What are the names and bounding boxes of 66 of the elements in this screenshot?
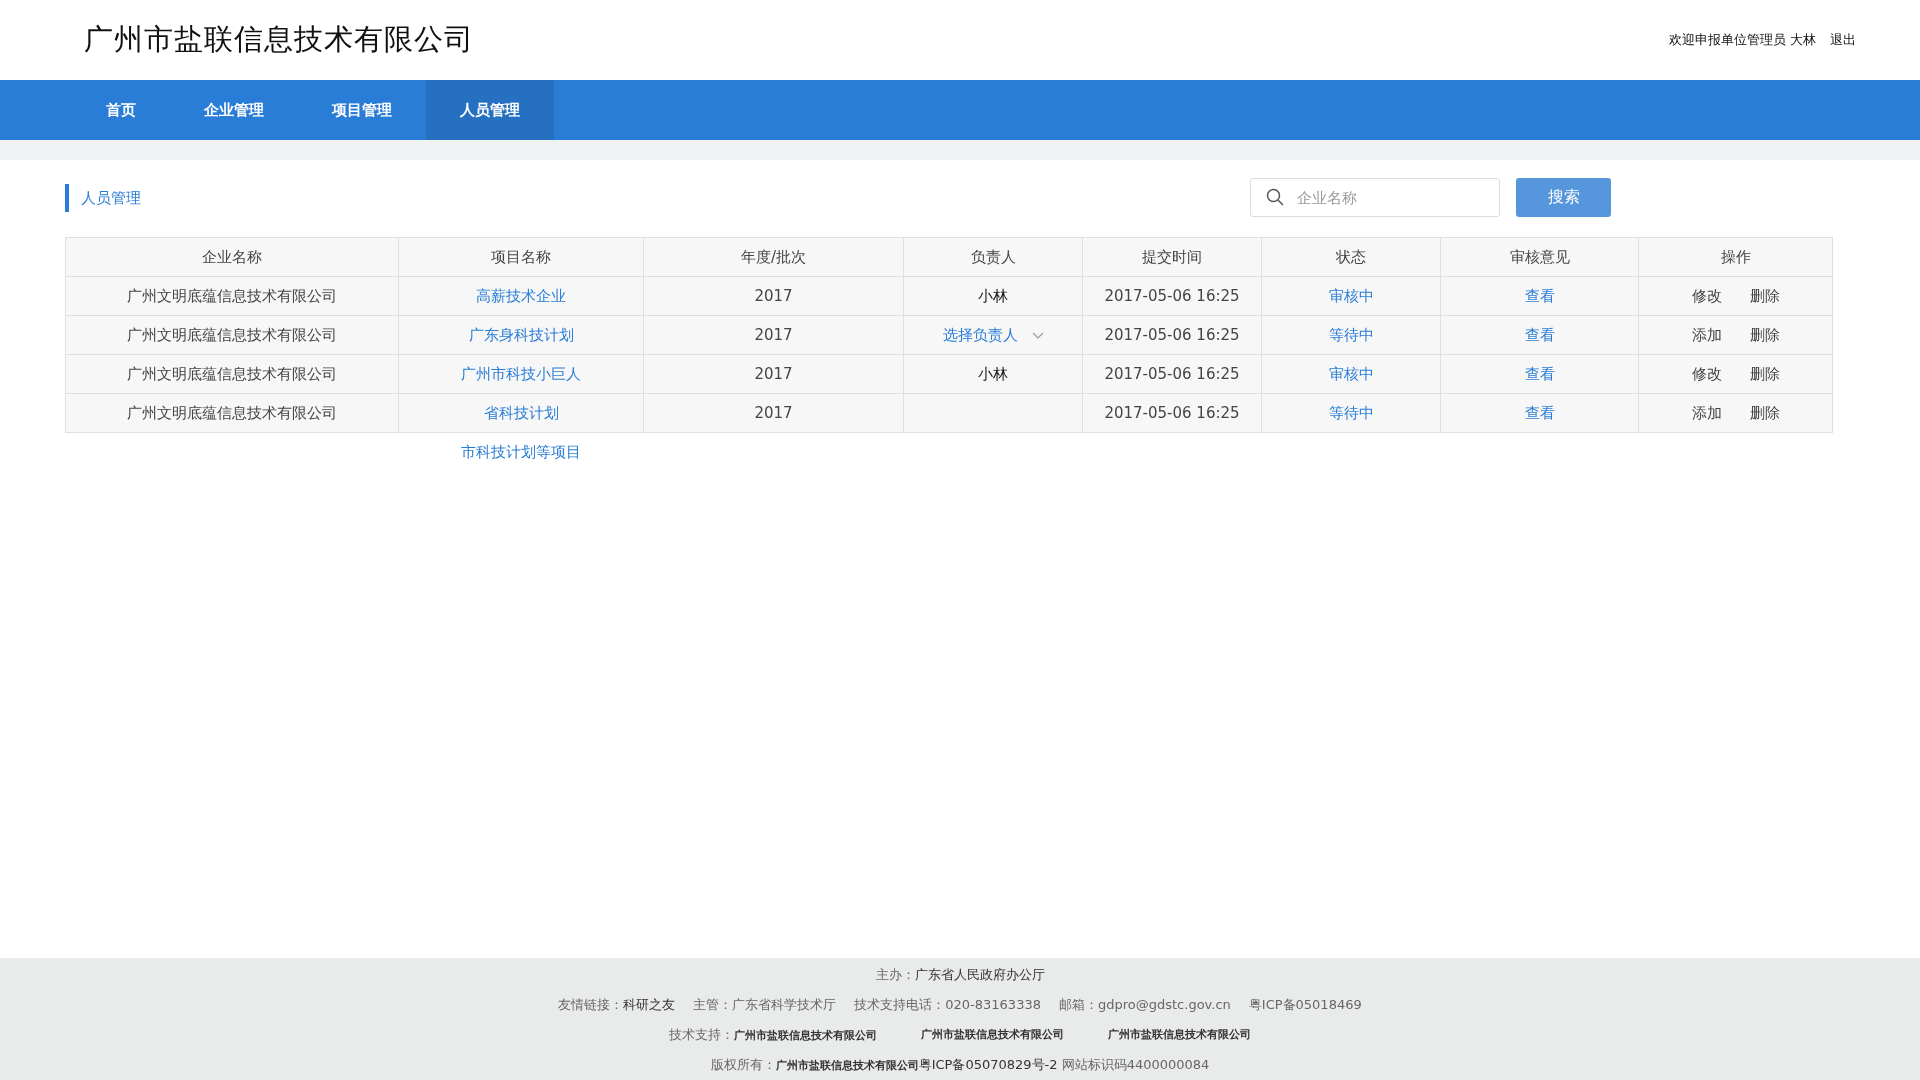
action-link[interactable]: 删除 [1749, 403, 1780, 423]
action-link[interactable]: 删除 [1749, 286, 1780, 306]
table-cell: 2017-05-06 16:25 [1082, 354, 1262, 394]
column-header: 企业名称 [65, 237, 399, 277]
owner-select[interactable]: 选择负责人 [942, 325, 1044, 345]
footer-text: 友情链接：科研之友 [558, 996, 676, 1014]
status-link[interactable]: 审核中 [1328, 286, 1374, 305]
status-link[interactable]: 审核中 [1328, 364, 1374, 383]
footer-text: 主办：广东省人民政府办公厅 [875, 966, 1045, 984]
project-link[interactable]: 高薪技术企业 [476, 286, 566, 305]
footer-text: 粤ICP备05018469 [1248, 996, 1362, 1014]
project-link[interactable]: 市科技计划等项目 [461, 442, 581, 461]
welcome-text: 欢迎申报单位管理员 大林 [1668, 31, 1816, 49]
project-link[interactable]: 广东身科技计划 [468, 325, 574, 344]
project-link[interactable]: 广州市科技小巨人 [461, 364, 581, 383]
table-cell: 2017 [643, 393, 904, 433]
column-header: 提交时间 [1082, 237, 1262, 277]
status-link[interactable]: 等待中 [1328, 325, 1374, 344]
site-title: 广州市盐联信息技术有限公司 [84, 21, 474, 58]
nav-tab[interactable]: 首页 [72, 80, 170, 140]
nav-tab[interactable]: 人员管理 [426, 80, 554, 140]
table-cell: 广州文明底蕴信息技术有限公司 [65, 315, 399, 355]
table-cell: 广州文明底蕴信息技术有限公司 [65, 354, 399, 394]
action-link[interactable]: 删除 [1749, 325, 1780, 345]
column-header: 操作 [1638, 237, 1833, 277]
search-button[interactable]: 搜索 [1516, 178, 1611, 217]
footer-text: 版权所有：广州市盐联信息技术有限公司粤ICP备05070829号-2 网站标识码4400000084 [710, 1056, 1210, 1074]
review-link[interactable]: 查看 [1524, 286, 1555, 305]
nav-tab[interactable]: 项目管理 [298, 80, 426, 140]
column-header: 年度/批次 [643, 237, 904, 277]
column-header: 审核意见 [1440, 237, 1639, 277]
chevron-down-icon [1031, 331, 1044, 339]
action-link[interactable]: 添加 [1691, 325, 1722, 345]
table-cell: 广州文明底蕴信息技术有限公司 [65, 276, 399, 316]
owner-name: 小林 [978, 286, 1008, 305]
search-field[interactable]: 企业名称 [1250, 178, 1500, 217]
footer-text: 广州市盐联信息技术有限公司 [1108, 1027, 1251, 1043]
footer-text: 主管：广东省科学技术厅 [693, 996, 837, 1014]
nav-tab[interactable]: 企业管理 [170, 80, 298, 140]
footer-text: 技术支持电话：020-83163338 [854, 996, 1041, 1014]
table-cell: 广州文明底蕴信息技术有限公司 [65, 393, 399, 433]
table-cell: 2017-05-06 16:25 [1082, 393, 1262, 433]
action-link[interactable]: 删除 [1749, 364, 1780, 384]
review-link[interactable]: 查看 [1524, 364, 1555, 383]
column-header: 负责人 [903, 237, 1083, 277]
column-header: 项目名称 [398, 237, 644, 277]
review-link[interactable]: 查看 [1524, 325, 1555, 344]
table-cell: 2017-05-06 16:25 [1082, 315, 1262, 355]
table-cell: 2017 [643, 354, 904, 394]
status-link[interactable]: 等待中 [1328, 403, 1374, 422]
action-link[interactable]: 修改 [1691, 364, 1722, 384]
table-cell: 2017-05-06 16:25 [1082, 276, 1262, 316]
footer-text: 邮箱：gdpro@gdstc.gov.cn [1058, 996, 1231, 1014]
column-header: 状态 [1261, 237, 1441, 277]
footer-text: 广州市盐联信息技术有限公司 [921, 1027, 1064, 1043]
project-link[interactable]: 省科技计划 [483, 403, 559, 422]
logout-link[interactable]: 退出 [1830, 31, 1856, 49]
footer-text: 技术支持：广州市盐联信息技术有限公司 [669, 1026, 877, 1044]
table-cell: 2017 [643, 276, 904, 316]
review-link[interactable]: 查看 [1524, 403, 1555, 422]
search-icon [1266, 188, 1284, 206]
action-link[interactable]: 修改 [1691, 286, 1722, 306]
owner-name: 小林 [978, 364, 1008, 383]
action-link[interactable]: 添加 [1691, 403, 1722, 423]
table-cell: 2017 [643, 315, 904, 355]
section-title: 人员管理 [65, 183, 141, 212]
